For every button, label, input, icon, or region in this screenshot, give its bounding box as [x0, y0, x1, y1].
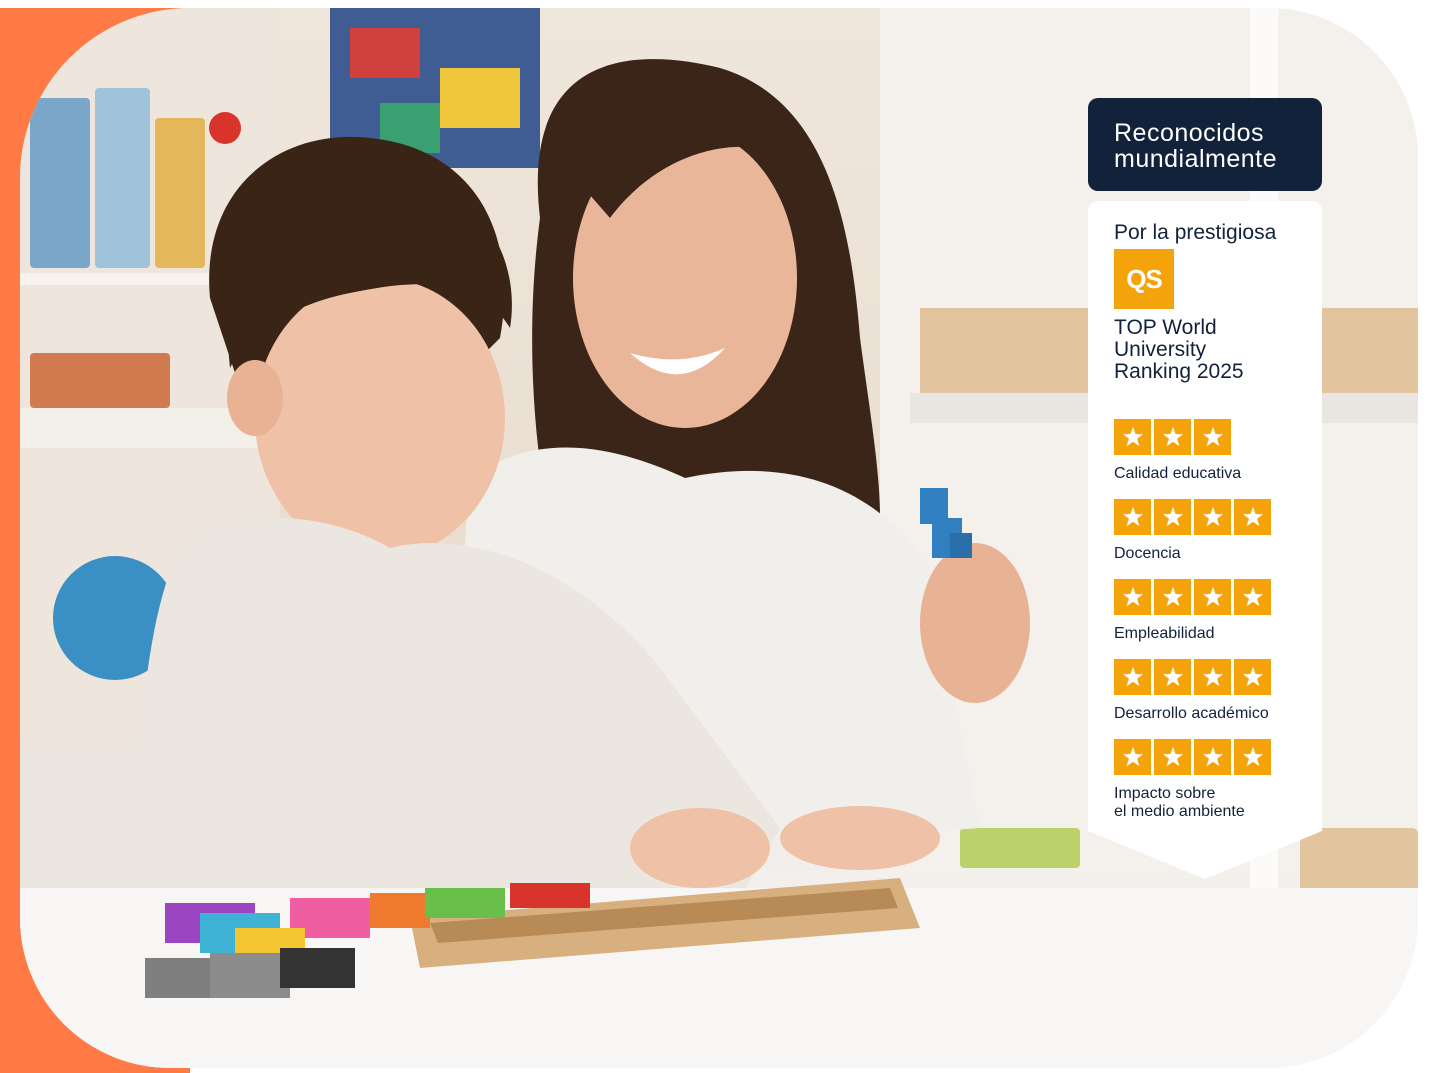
star-icon: [1154, 499, 1191, 535]
star-icon: [1154, 579, 1191, 615]
rating-label: Calidad educativa: [1114, 465, 1314, 483]
star-icon: [1234, 659, 1271, 695]
rating-label: Docencia: [1114, 545, 1314, 563]
ranking-title-line2: University: [1114, 338, 1207, 361]
star-icon: [1114, 659, 1151, 695]
badge-content: Por la prestigiosa QS TOP World Universi…: [1114, 221, 1314, 837]
badge-card: Por la prestigiosa QS TOP World Universi…: [1088, 201, 1322, 881]
star-icon: [1194, 499, 1231, 535]
badge-heading: Reconocidos mundialmente: [1088, 98, 1322, 191]
star-rating: [1114, 739, 1314, 775]
ranking-badge: Reconocidos mundialmente Por la prestigi…: [1088, 98, 1322, 881]
ranking-title-line3: Ranking 2025: [1114, 360, 1244, 383]
ranking-title-line1: TOP World: [1114, 316, 1217, 339]
rating-label-line2: el medio ambiente: [1114, 803, 1245, 820]
star-icon: [1234, 499, 1271, 535]
star-rating: [1114, 419, 1314, 455]
star-icon: [1154, 739, 1191, 775]
rating-label: Empleabilidad: [1114, 625, 1314, 643]
rating-item: Docencia: [1114, 499, 1314, 563]
ranking-title: TOP World University Ranking 2025: [1114, 317, 1314, 383]
rating-label-line1: Impacto sobre: [1114, 785, 1216, 802]
badge-subtitle: Por la prestigiosa: [1114, 221, 1277, 244]
star-icon: [1194, 739, 1231, 775]
star-icon: [1114, 499, 1151, 535]
star-icon: [1234, 579, 1271, 615]
star-icon: [1234, 739, 1271, 775]
star-icon: [1194, 419, 1231, 455]
rating-item: Empleabilidad: [1114, 579, 1314, 643]
rating-item: Desarrollo académico: [1114, 659, 1314, 723]
badge-heading-line1: Reconocidos: [1114, 119, 1265, 147]
ratings-list: Calidad educativa Docencia Empleabilidad De…: [1114, 419, 1314, 821]
rating-item: Calidad educativa: [1114, 419, 1314, 483]
star-icon: [1114, 419, 1151, 455]
star-rating: [1114, 499, 1314, 535]
star-icon: [1154, 419, 1191, 455]
star-icon: [1194, 659, 1231, 695]
rating-label: Impacto sobre el medio ambiente: [1114, 785, 1314, 821]
star-icon: [1114, 579, 1151, 615]
rating-label-line1: Docencia: [1114, 545, 1181, 562]
rating-item: Impacto sobre el medio ambiente: [1114, 739, 1314, 821]
star-rating: [1114, 659, 1314, 695]
rating-label-line1: Desarrollo académico: [1114, 705, 1269, 722]
star-icon: [1114, 739, 1151, 775]
star-icon: [1194, 579, 1231, 615]
qs-logo-text: QS: [1126, 263, 1163, 294]
star-rating: [1114, 579, 1314, 615]
qs-logo: QS: [1114, 249, 1174, 309]
rating-label: Desarrollo académico: [1114, 705, 1314, 723]
rating-label-line1: Calidad educativa: [1114, 465, 1242, 482]
badge-heading-line2: mundialmente: [1114, 145, 1278, 173]
star-icon: [1154, 659, 1191, 695]
rating-label-line1: Empleabilidad: [1114, 625, 1215, 642]
